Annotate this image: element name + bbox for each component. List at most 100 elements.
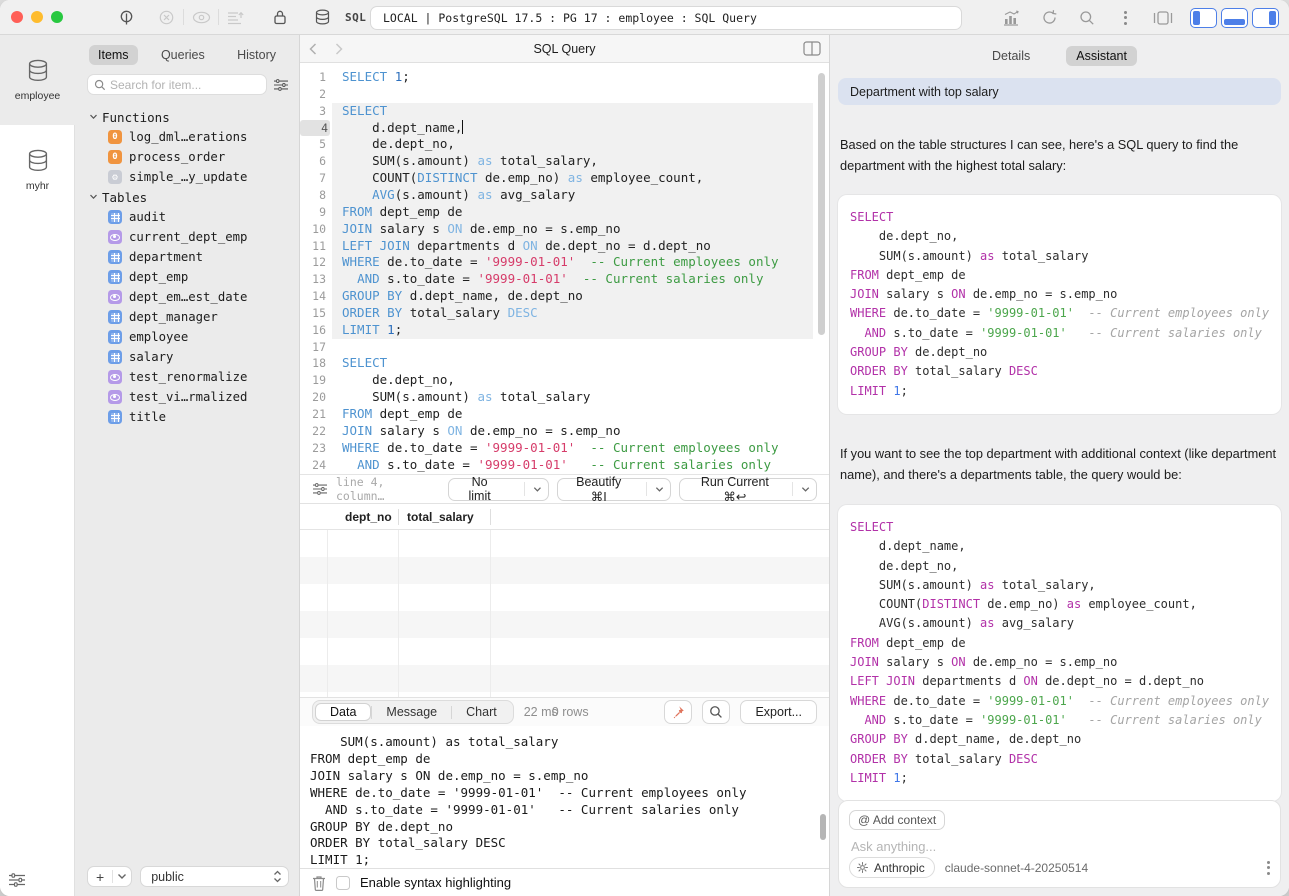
minimize-window-button[interactable] xyxy=(31,11,43,23)
column-header-dept_no[interactable]: dept_no xyxy=(345,504,392,530)
close-tab-icon[interactable] xyxy=(149,5,183,29)
tab-assistant[interactable]: Assistant xyxy=(1066,46,1137,66)
split-editor-icon[interactable] xyxy=(803,41,821,56)
tab-details[interactable]: Details xyxy=(982,46,1040,66)
editor-line-15[interactable]: 15ORDER BY total_salary DESC xyxy=(300,305,829,322)
limit-dropdown[interactable]: No limit xyxy=(448,478,548,501)
editor-settings-icon[interactable] xyxy=(312,482,328,496)
results-tab-chart[interactable]: Chart xyxy=(452,704,511,720)
editor-line-20[interactable]: 20 SUM(s.amount) as total_salary xyxy=(300,389,829,406)
sql-editor[interactable]: 1SELECT 1;23SELECT4 d.dept_name,5 de.dep… xyxy=(300,63,829,474)
schema-select[interactable]: public xyxy=(140,866,289,887)
editor-line-18[interactable]: 18SELECT xyxy=(300,355,829,372)
tab-queries[interactable]: Queries xyxy=(152,45,214,65)
editor-line-19[interactable]: 19 de.dept_no, xyxy=(300,372,829,389)
trash-icon[interactable] xyxy=(312,875,326,891)
connection-myhr[interactable]: myhr xyxy=(0,125,75,215)
more-options-icon[interactable] xyxy=(1108,6,1142,30)
pin-connection-icon[interactable] xyxy=(109,5,143,29)
tree-item-title[interactable]: title xyxy=(89,407,295,427)
refresh-icon[interactable] xyxy=(1032,6,1066,30)
lock-icon[interactable] xyxy=(263,5,297,29)
beautify-dropdown[interactable]: Beautify ⌘I xyxy=(557,478,671,501)
connection-title[interactable]: LOCAL | PostgreSQL 17.5 : PG 17 : employ… xyxy=(370,6,962,30)
tree-item-process_order[interactable]: 0process_order xyxy=(89,147,295,167)
assistant-code-block-1[interactable]: SELECT de.dept_no, SUM(s.amount) as tota… xyxy=(838,195,1281,414)
toggle-right-panel-button[interactable] xyxy=(1252,8,1279,28)
run-current-button[interactable]: Run Current ⌘↩ xyxy=(679,478,817,501)
ask-input-placeholder[interactable]: Ask anything... xyxy=(851,839,936,854)
editor-line-14[interactable]: 14GROUP BY d.dept_name, de.dept_no xyxy=(300,288,829,305)
editor-line-11[interactable]: 11LEFT JOIN departments d ON de.dept_no … xyxy=(300,238,829,255)
sidebar-settings-icon[interactable] xyxy=(8,872,26,888)
editor-line-17[interactable]: 17 xyxy=(300,339,829,356)
close-window-button[interactable] xyxy=(11,11,23,23)
tree-item-dept_em-est_date[interactable]: dept_em…est_date xyxy=(89,287,295,307)
editor-line-13[interactable]: 13 AND s.to_date = '9999-01-01' -- Curre… xyxy=(300,271,829,288)
editor-line-3[interactable]: 3SELECT xyxy=(300,103,829,120)
editor-line-6[interactable]: 6 SUM(s.amount) as total_salary, xyxy=(300,153,829,170)
tree-item-dept_emp[interactable]: dept_emp xyxy=(89,267,295,287)
tree-item-employee[interactable]: employee xyxy=(89,327,295,347)
tab-items[interactable]: Items xyxy=(89,45,138,65)
editor-line-22[interactable]: 22JOIN salary s ON de.emp_no = s.emp_no xyxy=(300,423,829,440)
toggle-bottom-panel-button[interactable] xyxy=(1221,8,1248,28)
provider-select[interactable]: Anthropic xyxy=(849,857,935,878)
editor-line-10[interactable]: 10JOIN salary s ON de.emp_no = s.emp_no xyxy=(300,221,829,238)
console-scrollbar[interactable] xyxy=(820,814,826,840)
editor-line-5[interactable]: 5 de.dept_no, xyxy=(300,136,829,153)
editor-line-7[interactable]: 7 COUNT(DISTINCT de.emp_no) as employee_… xyxy=(300,170,829,187)
preview-eye-icon[interactable] xyxy=(184,5,218,29)
editor-line-23[interactable]: 23WHERE de.to_date = '9999-01-01' -- Cur… xyxy=(300,440,829,457)
editor-line-21[interactable]: 21FROM dept_emp de xyxy=(300,406,829,423)
column-header-total_salary[interactable]: total_salary xyxy=(407,504,474,530)
editor-line-24[interactable]: 24 AND s.to_date = '9999-01-01' -- Curre… xyxy=(300,457,829,474)
commit-list-icon[interactable] xyxy=(219,5,253,29)
database-icon[interactable] xyxy=(305,5,339,29)
editor-line-2[interactable]: 2 xyxy=(300,86,829,103)
table-row[interactable] xyxy=(300,611,829,638)
table-row[interactable] xyxy=(300,557,829,584)
toggle-left-panel-button[interactable] xyxy=(1190,8,1217,28)
tree-item-salary[interactable]: salary xyxy=(89,347,295,367)
results-grid[interactable]: dept_no total_salary xyxy=(300,503,829,697)
chart-icon[interactable] xyxy=(994,6,1028,30)
table-row[interactable] xyxy=(300,665,829,692)
tree-item-department[interactable]: department xyxy=(89,247,295,267)
editor-line-16[interactable]: 16LIMIT 1; xyxy=(300,322,829,339)
table-row[interactable] xyxy=(300,584,829,611)
syntax-highlighting-checkbox[interactable] xyxy=(336,876,350,890)
add-context-chip[interactable]: @ Add context xyxy=(849,810,945,830)
chat-options-icon[interactable] xyxy=(1267,861,1270,875)
editor-line-8[interactable]: 8 AVG(s.amount) as avg_salary xyxy=(300,187,829,204)
assistant-code-block-2[interactable]: SELECT d.dept_name, de.dept_no, SUM(s.am… xyxy=(838,505,1281,801)
results-tab-message[interactable]: Message xyxy=(372,704,451,720)
editor-line-12[interactable]: 12WHERE de.to_date = '9999-01-01' -- Cur… xyxy=(300,254,829,271)
filter-icon[interactable] xyxy=(273,78,289,92)
tree-section-functions[interactable]: Functions xyxy=(89,107,295,127)
tree-item-current_dept_emp[interactable]: current_dept_emp xyxy=(89,227,295,247)
pin-results-button[interactable] xyxy=(664,700,692,724)
editor-line-4[interactable]: 4 d.dept_name, xyxy=(300,120,829,137)
tree-item-dept_manager[interactable]: dept_manager xyxy=(89,307,295,327)
connection-employee[interactable]: employee xyxy=(0,35,75,125)
tree-item-test_vi-rmalized[interactable]: test_vi…rmalized xyxy=(89,387,295,407)
editor-line-9[interactable]: 9FROM dept_emp de xyxy=(300,204,829,221)
center-layout-icon[interactable] xyxy=(1146,6,1180,30)
add-item-button[interactable]: + xyxy=(87,866,132,887)
results-tab-data[interactable]: Data xyxy=(315,703,371,721)
export-button[interactable]: Export... xyxy=(740,700,817,724)
search-input[interactable]: Search for item... xyxy=(87,74,267,95)
search-results-button[interactable] xyxy=(702,700,730,724)
tab-history[interactable]: History xyxy=(228,45,285,65)
tree-item-simple_-y_update[interactable]: ⚙simple_…y_update xyxy=(89,167,295,187)
tree-item-test_renormalize[interactable]: test_renormalize xyxy=(89,367,295,387)
message-console[interactable]: SUM(s.amount) as total_salaryFROM dept_e… xyxy=(300,726,829,868)
editor-line-1[interactable]: 1SELECT 1; xyxy=(300,69,829,86)
editor-scrollbar[interactable] xyxy=(818,73,825,335)
zoom-window-button[interactable] xyxy=(51,11,63,23)
table-row[interactable] xyxy=(300,638,829,665)
editor-tab-title[interactable]: SQL Query xyxy=(300,42,829,56)
tree-item-log_dml-erations[interactable]: 0log_dml…erations xyxy=(89,127,295,147)
tree-section-tables[interactable]: Tables xyxy=(89,187,295,207)
